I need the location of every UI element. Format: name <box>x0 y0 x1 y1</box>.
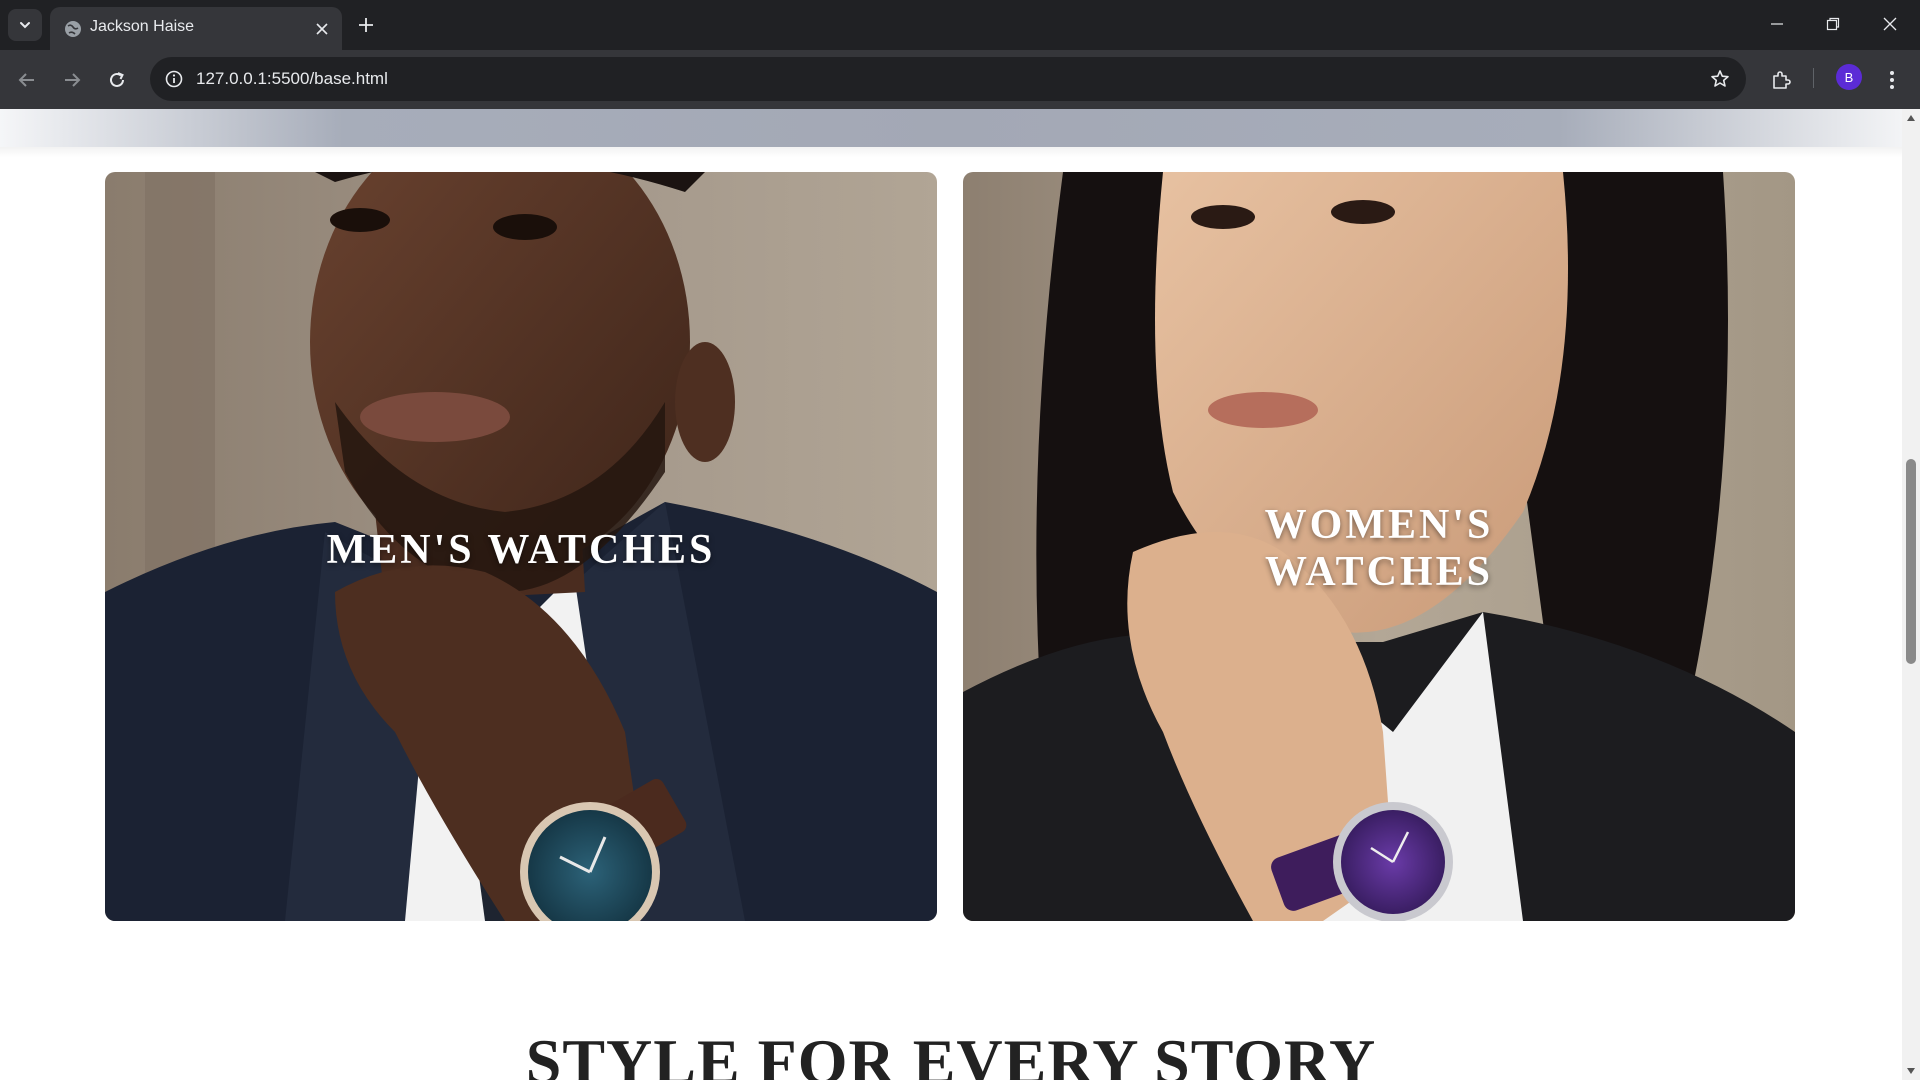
site-info-icon <box>165 70 183 88</box>
close-icon <box>316 23 328 35</box>
back-icon <box>18 73 34 87</box>
forward-icon <box>65 73 81 87</box>
tab-strip: Jackson Haise <box>0 0 1920 50</box>
extensions-button[interactable] <box>1765 64 1797 96</box>
reload-button[interactable] <box>101 64 133 96</box>
triangle-down-icon <box>1907 1068 1915 1074</box>
extensions-icon <box>1773 71 1791 89</box>
window-close-icon <box>1883 17 1897 31</box>
forward-button[interactable] <box>56 64 88 96</box>
minimize-icon <box>1771 23 1783 25</box>
page-scrollbar[interactable] <box>1902 109 1920 1080</box>
bookmark-button[interactable] <box>1708 67 1732 91</box>
mens-watches-label-line: MEN'S WATCHES <box>326 527 716 573</box>
menu-button[interactable] <box>1876 64 1908 96</box>
star-icon <box>1711 70 1729 87</box>
site-info-button[interactable] <box>162 67 186 91</box>
womens-watches-label-line-1: WOMEN'S <box>1264 502 1494 548</box>
scroll-thumb[interactable] <box>1906 459 1916 664</box>
minimize-button[interactable] <box>1755 8 1799 40</box>
restore-icon <box>1826 17 1840 31</box>
header-band <box>0 109 1902 157</box>
triangle-up-icon <box>1907 115 1915 121</box>
womens-watches-card[interactable]: WOMEN'S WATCHES <box>963 172 1795 921</box>
active-tab[interactable]: Jackson Haise <box>50 7 342 50</box>
womens-watches-label[interactable]: WOMEN'S WATCHES <box>963 502 1795 596</box>
window-close-button[interactable] <box>1868 8 1912 40</box>
scroll-down-button[interactable] <box>1905 1065 1917 1077</box>
globe-icon <box>65 21 81 37</box>
mens-watches-card[interactable]: MEN'S WATCHES <box>105 172 937 921</box>
section-title: STYLE FOR EVERY STORY <box>525 1026 1377 1080</box>
back-button[interactable] <box>11 64 43 96</box>
mens-watches-label[interactable]: MEN'S WATCHES <box>105 527 937 574</box>
womens-watches-label-line-2: WATCHES <box>1265 549 1493 595</box>
more-icon <box>1890 71 1894 89</box>
url-text: 127.0.0.1:5500/base.html <box>196 69 388 88</box>
scroll-up-button[interactable] <box>1905 112 1917 124</box>
restore-button[interactable] <box>1811 8 1855 40</box>
page-viewport: MEN'S WATCHES WOMEN'S WATCHES STYLE FOR … <box>0 109 1902 1080</box>
tab-title: Jackson Haise <box>90 18 195 35</box>
profile-avatar[interactable]: B <box>1836 64 1862 90</box>
toolbar-divider <box>1813 68 1814 88</box>
new-tab-button[interactable] <box>352 11 380 39</box>
reload-icon <box>110 72 124 87</box>
plus-icon <box>359 18 373 32</box>
tab-close-button[interactable] <box>312 19 332 39</box>
tab-search-button[interactable] <box>8 9 42 41</box>
address-bar[interactable]: 127.0.0.1:5500/base.html <box>150 57 1746 101</box>
chevron-down-icon <box>20 22 30 29</box>
browser-toolbar: 127.0.0.1:5500/base.html <box>0 50 1920 109</box>
